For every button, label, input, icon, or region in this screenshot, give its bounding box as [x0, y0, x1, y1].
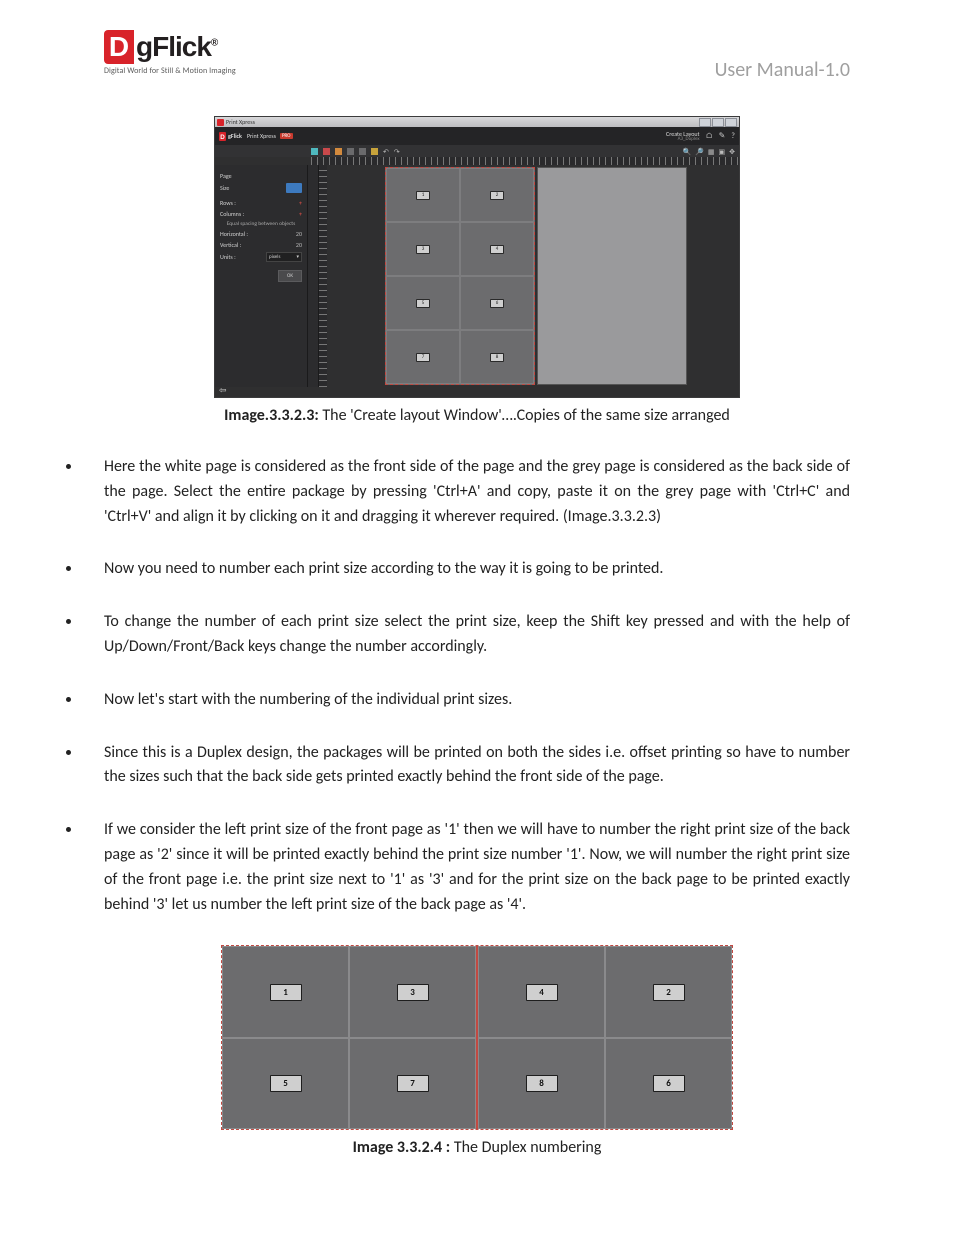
units-select[interactable]: pixels ▾ [266, 252, 302, 262]
canvas[interactable]: 1 2 3 4 5 6 7 8 [327, 165, 739, 387]
cell-number: 8 [526, 1075, 558, 1092]
grid-cell: 3 [349, 946, 476, 1038]
zoom-in-icon[interactable]: 🔍 [682, 147, 691, 156]
back-arrow-icon[interactable]: ⇦ [219, 385, 227, 396]
cell-number: 4 [526, 984, 558, 1001]
grid-cell: 6 [605, 1038, 732, 1130]
horiz-value[interactable]: 20 [296, 230, 302, 238]
units-label: Units : [220, 253, 236, 261]
brand-logo: D gFlick® Digital World for Still & Moti… [104, 30, 236, 76]
figure1-caption: Image.3.3.2.3: The 'Create layout Window… [104, 406, 850, 425]
logo-registered: ® [211, 38, 217, 49]
cell-number[interactable]: 8 [490, 353, 504, 362]
side-panel: Page Size Rows : + Columns : + Equal spaci… [215, 165, 307, 387]
back-page-grid: 4 2 8 6 [478, 946, 732, 1129]
cols-label: Columns : [220, 210, 244, 218]
brand-text: gFlick [228, 132, 242, 140]
figure2-caption: Image 3.3.2.4 : The Duplex numbering [104, 1138, 850, 1157]
list-item: Now let's start with the numbering of th… [82, 688, 850, 713]
cell-number[interactable]: 3 [416, 245, 430, 254]
rows-label: Rows : [220, 199, 236, 207]
grid-cell: 1 [222, 946, 349, 1038]
window-title: Print Xpress [226, 118, 255, 126]
pro-badge: PRO [280, 133, 293, 139]
fit-icon[interactable]: ▦ [708, 147, 715, 156]
home-icon[interactable]: ⌂ [706, 131, 713, 141]
cell-number: 6 [653, 1075, 685, 1092]
size-label: Size [220, 184, 229, 192]
list-item: To change the number of each print size … [82, 610, 850, 660]
move-icon[interactable]: ✥ [729, 147, 735, 156]
units-value: pixels [269, 254, 280, 260]
zoom-out-icon[interactable]: 🔎 [695, 147, 704, 156]
grid-cell: 4 [478, 946, 605, 1038]
ruler-vertical [319, 165, 327, 387]
tool-icon[interactable] [311, 148, 318, 155]
front-page-grid: 1 3 5 7 [222, 946, 478, 1129]
cell-number[interactable]: 5 [416, 299, 430, 308]
window-controls[interactable] [699, 118, 737, 127]
pin-icon[interactable]: ✎ [719, 131, 726, 141]
tool-icon[interactable] [347, 148, 354, 155]
redo-icon[interactable]: ↷ [394, 147, 400, 156]
vert-value[interactable]: 20 [296, 241, 302, 249]
instruction-list: Here the white page is considered as the… [104, 455, 850, 917]
tool-icon[interactable] [323, 148, 330, 155]
logo-text: gFlick® [134, 31, 217, 63]
back-sheet[interactable] [537, 167, 687, 385]
undo-icon[interactable]: ↶ [383, 147, 389, 156]
list-item: Here the white page is considered as the… [82, 455, 850, 529]
duplex-numbering-figure: 1 3 5 7 4 2 8 6 [221, 945, 733, 1130]
cell-number[interactable]: 4 [490, 245, 504, 254]
close-icon[interactable] [725, 118, 737, 127]
grid-button[interactable] [286, 183, 302, 193]
help-icon[interactable]: ? [731, 131, 735, 141]
cell-number[interactable]: 2 [490, 191, 504, 200]
logo-tagline: Digital World for Still & Motion Imaging [104, 66, 236, 76]
toolbar: ↶ ↷ 🔍 🔎 ▦ ▣ ✥ [215, 145, 739, 157]
vert-label: Vertical : [220, 241, 241, 249]
minimize-icon[interactable] [699, 118, 711, 127]
list-item: If we consider the left print size of th… [82, 818, 850, 917]
product-name: Print Xpress [247, 132, 276, 140]
rows-add-icon[interactable]: + [299, 199, 302, 207]
list-item: Since this is a Duplex design, the packa… [82, 741, 850, 791]
cell-number: 2 [653, 984, 685, 1001]
cell-number[interactable]: 1 [416, 191, 430, 200]
cell-number[interactable]: 6 [490, 299, 504, 308]
cols-add-icon[interactable]: + [299, 210, 302, 218]
chevron-down-icon: ▾ [296, 254, 299, 260]
list-item: Now you need to number each print size a… [82, 557, 850, 582]
window-titlebar: Print Xpress [215, 117, 739, 127]
tool-icon[interactable] [371, 148, 378, 155]
grid-cell: 8 [478, 1038, 605, 1130]
cell-number: 7 [397, 1075, 429, 1092]
page-label: Page [220, 172, 232, 180]
logo-d-icon: D [104, 30, 134, 64]
front-sheet[interactable]: 1 2 3 4 5 6 7 8 [385, 167, 535, 385]
doc-title: User Manual-1.0 [715, 30, 850, 82]
maximize-icon[interactable] [712, 118, 724, 127]
app-icon [217, 119, 224, 126]
tool-icon[interactable] [335, 148, 342, 155]
cell-number: 1 [270, 984, 302, 1001]
cell-number[interactable]: 7 [416, 353, 430, 362]
grid-cell: 7 [349, 1038, 476, 1130]
app-bar: D gFlick Print Xpress PRO Create Layout … [215, 127, 739, 145]
grid-icon[interactable]: ▣ [719, 147, 726, 156]
page-header: D gFlick® Digital World for Still & Moti… [104, 30, 850, 82]
ok-button[interactable]: OK [278, 270, 302, 282]
horiz-label: Horizontal : [220, 230, 248, 238]
grid-cell: 2 [605, 946, 732, 1038]
cell-number: 5 [270, 1075, 302, 1092]
grid-cell: 5 [222, 1038, 349, 1130]
tab-strip[interactable] [307, 165, 319, 387]
tool-icon[interactable] [359, 148, 366, 155]
brand-d-icon: D [219, 132, 226, 141]
screenshot-create-layout: Print Xpress D gFlick Print Xpress PRO C… [214, 116, 740, 398]
cell-number: 3 [397, 984, 429, 1001]
logo-word: gFlick [136, 31, 211, 62]
spacing-label: Equal spacing between objects [220, 221, 302, 227]
